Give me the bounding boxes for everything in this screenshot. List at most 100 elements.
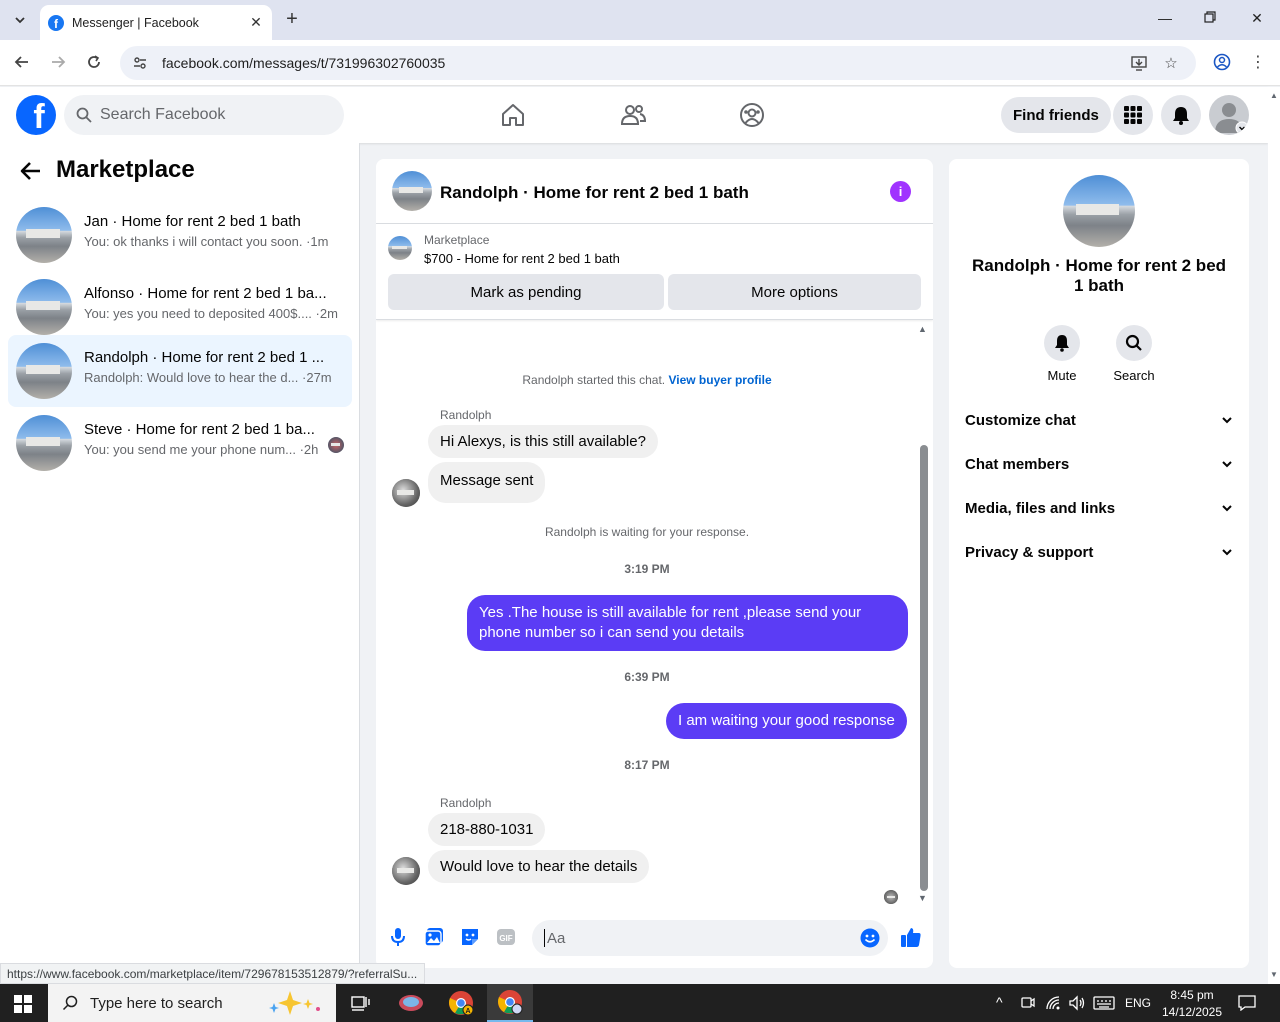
media-files-links-section[interactable]: Media, files and links (965, 486, 1233, 530)
new-tab-icon[interactable]: + (282, 8, 302, 30)
outgoing-message[interactable]: I am waiting your good response (666, 703, 907, 739)
chevron-down-icon (1222, 461, 1232, 468)
browser-tab[interactable]: f Messenger | Facebook ✕ (40, 5, 272, 40)
incoming-message[interactable]: 218-880-1031 (428, 813, 546, 846)
install-app-icon[interactable] (1130, 54, 1148, 72)
bell-icon (1044, 325, 1080, 361)
clock-time[interactable]: 8:45 pm (1160, 988, 1224, 1002)
gif-icon[interactable]: GIF (495, 926, 517, 948)
close-tab-icon[interactable]: ✕ (248, 14, 264, 31)
volume-icon[interactable] (1068, 995, 1086, 1014)
task-view-icon[interactable] (337, 984, 383, 1022)
microphone-icon[interactable] (387, 926, 409, 948)
conversation-snippet: You: yes you need to deposited 400$.... … (84, 306, 338, 321)
bookmark-star-icon[interactable]: ☆ (1162, 54, 1180, 72)
mark-as-pending-button[interactable]: Mark as pending (388, 274, 664, 310)
link-hover-status: https://www.facebook.com/marketplace/ite… (0, 963, 425, 984)
photo-icon[interactable] (423, 926, 445, 948)
pinned-app-icon[interactable] (388, 984, 434, 1022)
conversation-item[interactable]: Steve · Home for rent 2 bed 1 ba... You:… (8, 407, 352, 479)
notification-center-icon[interactable] (1238, 995, 1256, 1014)
details-title: Randolph · Home for rent 2 bed 1 bath (971, 256, 1227, 295)
input-language[interactable]: ENG (1124, 996, 1152, 1010)
profile-icon[interactable] (1212, 52, 1232, 72)
menu-grid-icon[interactable] (1113, 95, 1153, 135)
privacy-support-section[interactable]: Privacy & support (965, 530, 1233, 574)
clock-date[interactable]: 14/12/2025 (1160, 1005, 1224, 1019)
listing-thumbnail (16, 343, 72, 399)
facebook-search-input[interactable]: Search Facebook (64, 95, 344, 135)
restore-icon[interactable] (1200, 10, 1220, 26)
outgoing-message[interactable]: Yes .The house is still available for re… (467, 595, 908, 651)
info-icon[interactable]: i (890, 181, 911, 202)
conversation-item-active[interactable]: Randolph · Home for rent 2 bed 1 ... Ran… (8, 335, 352, 407)
chevron-down-icon (1222, 549, 1232, 556)
page-scroll-down-icon[interactable]: ▼ (1270, 970, 1278, 979)
facebook-logo-icon[interactable]: f (16, 95, 56, 135)
view-buyer-profile-link[interactable]: View buyer profile (668, 373, 771, 387)
find-friends-button[interactable]: Find friends (1001, 97, 1111, 133)
incoming-message[interactable]: Would love to hear the details (428, 850, 650, 883)
search-label: Search (1113, 368, 1155, 383)
conversation-name: Alfonso · Home for rent 2 bed 1 ba... (84, 285, 327, 302)
forward-icon[interactable] (48, 52, 68, 72)
listing-thumbnail[interactable] (388, 236, 412, 260)
chrome-icon[interactable]: A (438, 984, 484, 1022)
emoji-icon[interactable] (860, 928, 880, 948)
reload-icon[interactable] (84, 52, 104, 72)
back-arrow-icon[interactable] (20, 161, 42, 181)
close-window-icon[interactable]: ✕ (1247, 10, 1267, 27)
marketplace-listing-card: Marketplace $700 - Home for rent 2 bed 1… (376, 224, 933, 320)
more-options-button[interactable]: More options (668, 274, 921, 310)
browser-tab-bar: f Messenger | Facebook ✕ + — ✕ (0, 0, 1280, 40)
page-scrollbar[interactable]: ▲ ▼ (1268, 87, 1280, 984)
friends-icon[interactable] (619, 101, 647, 129)
scroll-down-arrow-icon[interactable]: ▼ (918, 893, 927, 903)
search-in-chat-button[interactable]: Search (1106, 325, 1162, 383)
search-placeholder: Search Facebook (100, 106, 226, 123)
mute-button[interactable]: Mute (1034, 325, 1090, 383)
incoming-message[interactable]: Message sent (428, 462, 546, 503)
windows-start-icon[interactable] (14, 995, 32, 1013)
conversation-item[interactable]: Jan · Home for rent 2 bed 1 bath You: ok… (8, 199, 352, 271)
listing-description[interactable]: $700 - Home for rent 2 bed 1 bath (424, 251, 620, 266)
keyboard-icon[interactable] (1093, 995, 1115, 1014)
home-icon[interactable] (499, 101, 527, 129)
browser-menu-icon[interactable]: ⋮ (1248, 52, 1268, 72)
groups-icon[interactable] (738, 101, 766, 129)
chat-listing-avatar[interactable] (392, 171, 432, 211)
back-icon[interactable] (12, 52, 32, 72)
page-scroll-up-icon[interactable]: ▲ (1270, 91, 1278, 100)
chat-title[interactable]: Randolph · Home for rent 2 bed 1 bath (440, 183, 749, 203)
meet-now-icon[interactable] (1020, 995, 1036, 1014)
panel-title: Marketplace (56, 156, 195, 183)
chevron-down-icon (1222, 417, 1232, 424)
scroll-up-arrow-icon[interactable]: ▲ (918, 324, 927, 334)
customize-chat-section[interactable]: Customize chat (965, 398, 1233, 442)
tab-search-dropdown-icon[interactable] (8, 8, 32, 32)
seen-avatar-icon (328, 437, 344, 453)
url-bar[interactable]: facebook.com/messages/t/731996302760035 … (120, 46, 1196, 80)
taskbar-search-box[interactable]: Type here to search (48, 984, 336, 1022)
sticker-icon[interactable] (459, 926, 481, 948)
conversation-name: Steve · Home for rent 2 bed 1 ba... (84, 421, 315, 438)
show-hidden-icons-chevron-icon[interactable]: ^ (996, 994, 1003, 1010)
chat-started-text: Randolph started this chat. (522, 373, 666, 387)
listing-avatar-large[interactable] (1063, 175, 1135, 247)
chat-header: Randolph · Home for rent 2 bed 1 bath i (376, 159, 933, 224)
site-info-icon[interactable] (132, 55, 148, 71)
minimize-icon[interactable]: — (1155, 10, 1175, 26)
account-avatar[interactable] (1209, 95, 1249, 135)
network-icon[interactable] (1045, 995, 1061, 1014)
chat-scroll-thumb[interactable] (920, 445, 928, 891)
chat-members-section[interactable]: Chat members (965, 442, 1233, 486)
incoming-message[interactable]: Hi Alexys, is this still available? (428, 425, 658, 458)
text-caret (544, 929, 545, 947)
sender-avatar[interactable] (392, 857, 420, 885)
sender-avatar[interactable] (392, 479, 420, 507)
message-input[interactable]: Aa (532, 920, 888, 956)
notifications-bell-icon[interactable] (1161, 95, 1201, 135)
chrome-active-window-icon[interactable] (487, 984, 533, 1022)
conversation-item[interactable]: Alfonso · Home for rent 2 bed 1 ba... Yo… (8, 271, 352, 343)
like-thumbs-up-icon[interactable] (900, 926, 922, 948)
